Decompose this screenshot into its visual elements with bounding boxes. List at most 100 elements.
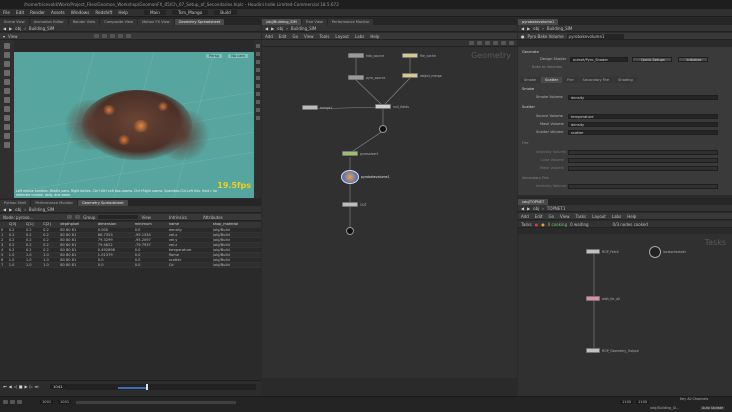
play-icon[interactable]: ▶ [25, 384, 28, 389]
subtab-fire[interactable]: Fire [563, 77, 578, 83]
cook-output-icon[interactable]: ● [541, 222, 545, 227]
scatter-volume-field[interactable]: scatter [568, 130, 718, 135]
subtab-secondary-fire[interactable]: Secondary Fire [578, 77, 614, 83]
output-null-circle[interactable] [346, 227, 354, 235]
forward-arrow-icon[interactable]: ▶ [527, 206, 530, 211]
menu-redshift[interactable]: Redshift [95, 10, 112, 15]
network-menu-tools[interactable]: Tools [320, 34, 330, 39]
view-menu[interactable]: View [141, 215, 151, 220]
network-menu-labs[interactable]: Labs [355, 34, 364, 39]
network-node[interactable] [342, 202, 358, 207]
range-slider[interactable] [76, 401, 236, 404]
rotate-tool-icon[interactable] [4, 61, 10, 67]
jump-start-icon[interactable]: ⏮ [3, 384, 7, 389]
tasks-menu-layout[interactable]: Layout [592, 214, 606, 219]
viewport-path-obj[interactable]: obj [15, 26, 21, 31]
table-row[interactable]: 7 1.0 1.0 1.0 80 80 81 0.0 0.0 Cd/obj/Build [0, 262, 261, 268]
network-menu-layout[interactable]: Layout [335, 34, 349, 39]
scheduler-node[interactable] [649, 246, 661, 258]
network-node[interactable] [402, 53, 418, 58]
view-label[interactable]: View [8, 34, 18, 39]
tasks-menu-edit[interactable]: Edit [535, 214, 543, 219]
menu-help[interactable]: Help [118, 10, 128, 15]
range-end-field[interactable]: 1100 [620, 400, 634, 404]
desktop-dropdown[interactable]: Tsm_Mango [171, 10, 209, 15]
network-node[interactable] [375, 104, 391, 109]
shelf-set-dropdown[interactable]: Main [143, 10, 166, 15]
network-grid-button[interactable] [477, 41, 482, 45]
fire-mask-field[interactable] [568, 166, 718, 171]
menu-windows[interactable]: Windows [71, 10, 90, 15]
normals-icon[interactable] [255, 76, 260, 80]
spreadsheet-path-obj[interactable]: obj [15, 207, 21, 212]
mask-volume-field[interactable]: density [568, 122, 718, 127]
view-tool-icon[interactable] [4, 97, 10, 103]
subtab-smoke[interactable]: Smoke [520, 77, 541, 83]
back-arrow-icon[interactable]: ◀ [521, 26, 524, 31]
timeline-slider[interactable] [66, 384, 256, 390]
loop-toggle[interactable] [10, 400, 15, 404]
tasks-menu-go[interactable]: Go [549, 214, 555, 219]
display-button[interactable] [109, 34, 115, 38]
auto-update-dropdown[interactable]: Auto Update [700, 406, 726, 410]
move-tool-icon[interactable] [4, 52, 10, 58]
design-shader-field[interactable]: outset/Pyro_Shader [570, 57, 628, 62]
network-node[interactable] [302, 105, 318, 110]
network-menu-add[interactable]: Add [265, 34, 273, 39]
scene-viewport[interactable]: Persp No cam 19.5fps Left mouse tumbles.… [14, 52, 254, 198]
back-arrow-icon[interactable]: ◀ [521, 206, 524, 211]
tasks-menu-view[interactable]: View [560, 214, 570, 219]
tasks-path-node[interactable]: TOPNET1 [547, 206, 566, 211]
camera-select-menu[interactable]: No cam [228, 54, 248, 58]
fire-intensity-field[interactable] [568, 150, 718, 155]
back-arrow-icon[interactable]: ◀ [265, 26, 268, 31]
spreadsheet-path-node[interactable]: Building_SIM [29, 207, 54, 212]
menu-assets[interactable]: Assets [51, 10, 65, 15]
forward-arrow-icon[interactable]: ▶ [271, 26, 274, 31]
network-info-button[interactable] [509, 41, 514, 45]
shadow-icon[interactable] [255, 108, 260, 112]
subtab-shading[interactable]: Shading [614, 77, 637, 83]
tasks-path-obj[interactable]: obj [533, 206, 539, 211]
camera-lock-button[interactable] [125, 34, 131, 38]
measure-tool-icon[interactable] [4, 115, 10, 121]
params-path-obj[interactable]: obj [533, 26, 539, 31]
back-arrow-icon[interactable]: ◀ [3, 26, 6, 31]
camera-menu[interactable]: Persp [206, 54, 222, 58]
points-icon[interactable] [255, 68, 260, 72]
network-menu-go[interactable]: Go [293, 34, 299, 39]
group-input[interactable] [98, 215, 139, 219]
select-mode-button[interactable] [101, 34, 107, 38]
intrinsics-menu[interactable]: Intrinsics [169, 215, 187, 220]
pose-tool-icon[interactable] [4, 88, 10, 94]
ghost-icon[interactable] [255, 60, 260, 64]
render-region-icon[interactable] [4, 133, 10, 139]
forward-arrow-icon[interactable]: ▶ [527, 26, 530, 31]
secondary-fire-intensity-field[interactable] [568, 184, 718, 189]
tasks-menu-help[interactable]: Help [627, 214, 636, 219]
scale-tool-icon[interactable] [4, 70, 10, 76]
network-color-button[interactable] [493, 41, 498, 45]
points-mode-button[interactable] [67, 215, 73, 219]
isolate-icon[interactable] [255, 116, 260, 120]
display-option-icon[interactable] [255, 44, 260, 48]
menu-render[interactable]: Render [30, 10, 45, 15]
forward-arrow-icon[interactable]: ▶ [9, 207, 12, 212]
network-path-obj[interactable]: obj [277, 26, 283, 31]
network-node[interactable] [348, 53, 364, 58]
step-forward-icon[interactable]: ▷ [30, 384, 33, 389]
background-icon[interactable] [255, 100, 260, 104]
menu-file[interactable]: File [3, 10, 10, 15]
shading-button[interactable] [117, 34, 123, 38]
network-menu-edit[interactable]: Edit [279, 34, 287, 39]
play-reverse-icon[interactable]: ◁ [14, 384, 17, 389]
network-path-node[interactable]: Building_SIM [291, 26, 316, 31]
snap-button[interactable] [93, 34, 99, 38]
network-canvas[interactable]: Geometry hda_source file_cache pyro_sour… [262, 47, 517, 378]
source-volume-field[interactable]: temperature [568, 114, 718, 119]
task-node[interactable] [586, 249, 600, 254]
select-tool-icon[interactable] [4, 43, 10, 49]
subtab-scatter[interactable]: Scatter [541, 77, 563, 83]
params-node-name[interactable]: pyrobakevolume1 [566, 33, 625, 39]
tasks-menu-add[interactable]: Add [521, 214, 529, 219]
